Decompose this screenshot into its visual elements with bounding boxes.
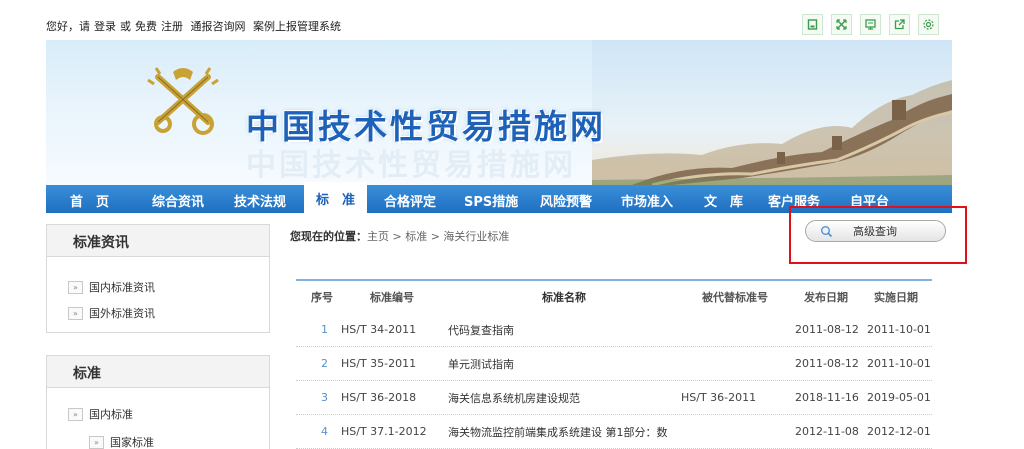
great-wall-image bbox=[592, 80, 952, 185]
nav-library[interactable]: 文 库 bbox=[704, 191, 743, 210]
sidebar-item-label: 国外标准资讯 bbox=[89, 307, 155, 320]
standard-code: HS/T 37.1-2012 bbox=[341, 425, 427, 438]
customs-emblem-logo bbox=[147, 67, 219, 135]
nav-standards[interactable]: 标 准 bbox=[304, 182, 368, 213]
row-number: 1 bbox=[321, 323, 328, 336]
standard-code: HS/T 35-2011 bbox=[341, 357, 417, 370]
case-report-link[interactable]: 案例上报管理系统 bbox=[253, 20, 341, 33]
nav-conformity[interactable]: 合格评定 bbox=[384, 191, 436, 210]
publish-date: 2011-08-12 bbox=[795, 323, 859, 336]
implement-date: 2012-12-01 bbox=[867, 425, 931, 438]
row-number: 4 bbox=[321, 425, 328, 438]
row-number: 3 bbox=[321, 391, 328, 404]
col-header-replaced: 被代替标准号 bbox=[702, 291, 768, 304]
col-header-name: 标准名称 bbox=[542, 291, 586, 304]
login-free-link[interactable]: 免费 bbox=[135, 20, 157, 33]
col-header-implement-date: 实施日期 bbox=[874, 291, 918, 304]
standard-name-link[interactable]: 代码复查指南 bbox=[448, 313, 514, 346]
breadcrumb: 您现在的位置：主页 > 标准 > 海关行业标准 bbox=[290, 228, 509, 244]
sidebar-item-national-standards[interactable]: » 国家标准 bbox=[89, 434, 154, 449]
row-number: 2 bbox=[321, 357, 328, 370]
col-header-code: 标准编号 bbox=[370, 291, 414, 304]
sidebar-title: 标准资讯 bbox=[47, 225, 269, 257]
sidebar-standards: 标准 » 国内标准 » 国家标准 bbox=[46, 355, 270, 449]
standards-table: 序号 标准编号 标准名称 被代替标准号 发布日期 实施日期 1 HS/T 34-… bbox=[296, 279, 932, 449]
site-banner: 中国技术性贸易措施网 中国技术性贸易措施网 bbox=[46, 40, 952, 185]
chevron-right-icon: » bbox=[89, 435, 104, 449]
sidebar-standard-news: 标准资讯 » 国内标准资讯 » 国外标准资讯 bbox=[46, 224, 270, 333]
implement-date: 2019-05-01 bbox=[867, 391, 931, 404]
or-text: 或 bbox=[120, 20, 131, 33]
greeting-text: 您好，请 bbox=[46, 20, 90, 33]
nav-sps[interactable]: SPS措施 bbox=[464, 191, 518, 210]
site-title: 中国技术性贸易措施网 bbox=[246, 107, 606, 146]
standard-name-link[interactable]: 海关物流监控前端集成系统建设 第1部分：数 bbox=[448, 415, 668, 448]
sidebar-item-label: 国内标准资讯 bbox=[89, 281, 155, 294]
register-link[interactable]: 注册 bbox=[161, 20, 183, 33]
nav-risk-alert[interactable]: 风险预警 bbox=[540, 191, 592, 210]
fullscreen-icon[interactable] bbox=[831, 14, 852, 35]
toolbar-icons bbox=[802, 14, 939, 35]
table-row: 1 HS/T 34-2011 代码复查指南 2011-08-12 2011-10… bbox=[296, 313, 932, 347]
nav-home[interactable]: 首 页 bbox=[70, 191, 109, 210]
login-link[interactable]: 登录 bbox=[94, 20, 116, 33]
standard-name-link[interactable]: 单元测试指南 bbox=[448, 347, 514, 380]
table-row: 2 HS/T 35-2011 单元测试指南 2011-08-12 2011-10… bbox=[296, 347, 932, 381]
monitor-icon[interactable] bbox=[860, 14, 881, 35]
sidebar-item-label: 国内标准 bbox=[89, 408, 133, 421]
table-row: 3 HS/T 36-2018 海关信息系统机房建设规范 HS/T 36-2011… bbox=[296, 381, 932, 415]
table-row: 4 HS/T 37.1-2012 海关物流监控前端集成系统建设 第1部分：数 2… bbox=[296, 415, 932, 449]
sidebar-item-domestic-news[interactable]: » 国内标准资讯 bbox=[68, 279, 155, 295]
breadcrumb-prefix: 您现在的位置： bbox=[290, 230, 367, 243]
publish-date: 2011-08-12 bbox=[795, 357, 859, 370]
home-icon[interactable] bbox=[802, 14, 823, 35]
publish-date: 2012-11-08 bbox=[795, 425, 859, 438]
settings-icon[interactable] bbox=[918, 14, 939, 35]
share-icon[interactable] bbox=[889, 14, 910, 35]
chevron-right-icon: » bbox=[68, 407, 83, 421]
notification-consult-link[interactable]: 通报咨询网 bbox=[191, 20, 246, 33]
implement-date: 2011-10-01 bbox=[867, 357, 931, 370]
nav-regulations[interactable]: 技术法规 bbox=[234, 191, 286, 210]
standard-code: HS/T 34-2011 bbox=[341, 323, 417, 336]
standard-name-link[interactable]: 海关信息系统机房建设规范 bbox=[448, 381, 580, 414]
standard-code: HS/T 36-2018 bbox=[341, 391, 417, 404]
table-header: 序号 标准编号 标准名称 被代替标准号 发布日期 实施日期 bbox=[296, 281, 932, 313]
sidebar-title: 标准 bbox=[47, 356, 269, 388]
chevron-right-icon: » bbox=[68, 306, 83, 320]
highlight-box bbox=[789, 206, 967, 264]
nav-news[interactable]: 综合资讯 bbox=[152, 191, 204, 210]
sidebar-item-foreign-news[interactable]: » 国外标准资讯 bbox=[68, 305, 155, 321]
sidebar-item-domestic-standards[interactable]: » 国内标准 bbox=[68, 406, 133, 422]
breadcrumb-path[interactable]: 主页 > 标准 > 海关行业标准 bbox=[367, 230, 509, 243]
implement-date: 2011-10-01 bbox=[867, 323, 931, 336]
chevron-right-icon: » bbox=[68, 280, 83, 294]
nav-market-access[interactable]: 市场准入 bbox=[621, 191, 673, 210]
top-bar: 您好，请 登录或免费 注册 通报咨询网 案例上报管理系统 bbox=[0, 0, 1024, 40]
col-header-no: 序号 bbox=[311, 291, 333, 304]
replaced-standard: HS/T 36-2011 bbox=[681, 391, 757, 404]
sidebar-item-label: 国家标准 bbox=[110, 436, 154, 449]
top-links: 您好，请 登录或免费 注册 通报咨询网 案例上报管理系统 bbox=[46, 18, 345, 34]
col-header-publish-date: 发布日期 bbox=[804, 291, 848, 304]
publish-date: 2018-11-16 bbox=[795, 391, 859, 404]
